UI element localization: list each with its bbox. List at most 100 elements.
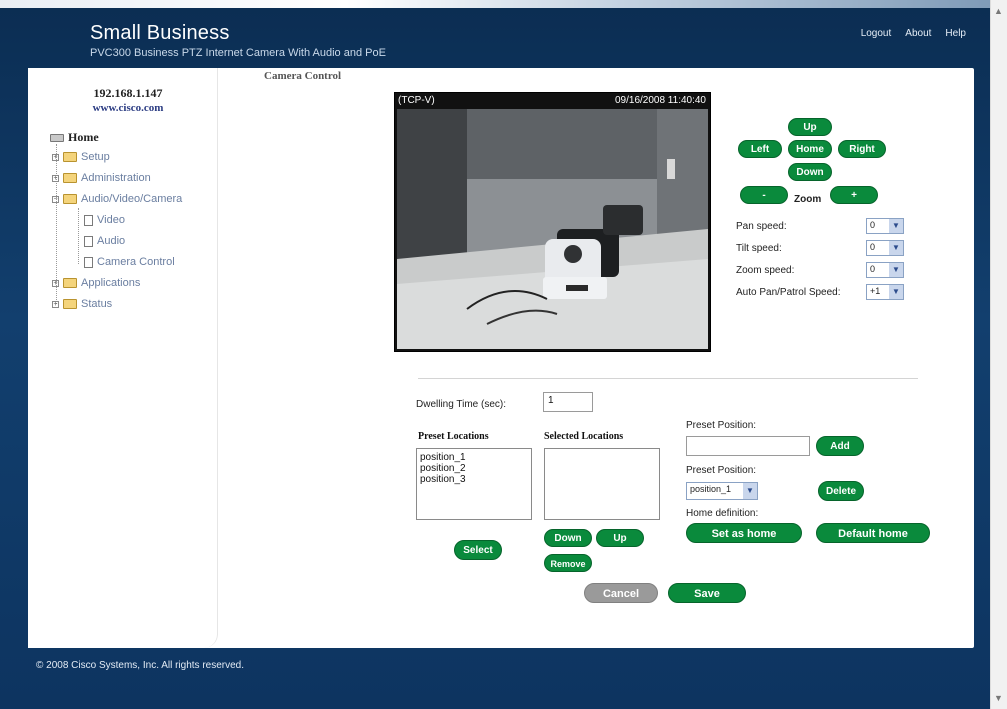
- tree-label-applications: Applications: [81, 277, 141, 289]
- list-item[interactable]: position_2: [420, 463, 528, 474]
- zoom-in-button[interactable]: +: [830, 186, 878, 204]
- preset-position-select[interactable]: position_1 ▼: [686, 482, 758, 500]
- folder-icon: [63, 173, 77, 183]
- drive-icon: [50, 133, 64, 142]
- expand-icon[interactable]: +: [52, 300, 59, 308]
- chevron-down-icon: ▼: [743, 483, 757, 499]
- auto-patrol-speed-value: +1: [870, 286, 881, 296]
- home-definition-label: Home definition:: [686, 508, 759, 519]
- zoom-label: Zoom: [794, 194, 822, 205]
- pan-speed-label: Pan speed:: [736, 221, 787, 232]
- default-home-button[interactable]: Default home: [816, 523, 930, 543]
- content-panel: 192.168.1.147 www.cisco.com Home + Setup…: [28, 68, 974, 648]
- vendor-site: www.cisco.com: [92, 102, 164, 114]
- camera-feed-image: [397, 109, 708, 349]
- pan-down-button[interactable]: Down: [788, 163, 832, 181]
- help-link[interactable]: Help: [945, 28, 966, 39]
- pan-speed-select[interactable]: 0 ▼: [866, 218, 904, 234]
- zoom-speed-select[interactable]: 0 ▼: [866, 262, 904, 278]
- top-links: Logout About Help: [861, 28, 966, 39]
- camera-view[interactable]: (TCP-V) 09/16/2008 11:40:40: [394, 92, 711, 352]
- select-location-button[interactable]: Select: [454, 540, 502, 560]
- preset-locations-list[interactable]: position_1 position_2 position_3: [416, 448, 532, 520]
- brand-title: Small Business: [90, 22, 230, 44]
- section-divider: [418, 378, 918, 379]
- add-preset-button[interactable]: Add: [816, 436, 864, 456]
- tree-item-audio-video-camera[interactable]: − Audio/Video/Camera: [52, 193, 182, 205]
- dwelling-time-input[interactable]: 1: [543, 392, 593, 412]
- expand-icon[interactable]: +: [52, 174, 59, 182]
- tree-label-administration: Administration: [81, 172, 151, 184]
- preset-position-label: Preset Position:: [686, 420, 757, 431]
- expand-icon[interactable]: +: [52, 153, 59, 161]
- pan-up-button[interactable]: Up: [788, 118, 832, 136]
- pan-right-button[interactable]: Right: [838, 140, 886, 158]
- list-item[interactable]: position_1: [420, 452, 528, 463]
- document-icon: [84, 256, 93, 268]
- move-up-button[interactable]: Up: [596, 529, 644, 547]
- preset-position-value: position_1: [690, 484, 732, 494]
- tilt-speed-label: Tilt speed:: [736, 243, 782, 254]
- selected-locations-list[interactable]: [544, 448, 660, 520]
- pan-left-button[interactable]: Left: [738, 140, 782, 158]
- document-icon: [84, 214, 93, 226]
- chevron-down-icon: ▼: [889, 219, 903, 233]
- cancel-button[interactable]: Cancel: [584, 583, 658, 603]
- expand-icon[interactable]: +: [52, 279, 59, 287]
- tree-item-setup[interactable]: + Setup: [52, 151, 110, 163]
- tree-label-avc: Audio/Video/Camera: [81, 193, 183, 205]
- delete-preset-button[interactable]: Delete: [818, 481, 864, 501]
- vertical-scrollbar[interactable]: ▲ ▼: [990, 0, 1007, 709]
- logout-link[interactable]: Logout: [861, 28, 892, 39]
- zoom-out-button[interactable]: -: [740, 186, 788, 204]
- tree-item-camera-control[interactable]: Camera Control: [84, 256, 175, 268]
- about-link[interactable]: About: [905, 28, 931, 39]
- auto-patrol-speed-select[interactable]: +1 ▼: [866, 284, 904, 300]
- save-button[interactable]: Save: [668, 583, 746, 603]
- device-ip: 192.168.1.147: [93, 86, 163, 100]
- zoom-speed-value: 0: [870, 264, 876, 274]
- zoom-speed-label: Zoom speed:: [736, 265, 795, 276]
- page-title: Camera Control: [264, 70, 342, 82]
- footer-copyright: © 2008 Cisco Systems, Inc. All rights re…: [36, 660, 245, 671]
- chevron-down-icon: ▼: [889, 285, 903, 299]
- scroll-down-icon[interactable]: ▼: [994, 693, 1003, 703]
- chevron-down-icon: ▼: [889, 263, 903, 277]
- dwelling-time-label: Dwelling Time (sec):: [416, 399, 507, 410]
- move-down-button[interactable]: Down: [544, 529, 592, 547]
- preset-position-input[interactable]: [686, 436, 810, 456]
- set-as-home-button[interactable]: Set as home: [686, 523, 802, 543]
- tree-item-administration[interactable]: + Administration: [52, 172, 151, 184]
- tilt-speed-select[interactable]: 0 ▼: [866, 240, 904, 256]
- folder-open-icon: [63, 194, 77, 204]
- tree-item-home[interactable]: Home: [50, 130, 99, 145]
- tree-line-sub: [78, 208, 79, 264]
- selected-locations-label: Selected Locations: [544, 431, 624, 442]
- tree-item-applications[interactable]: + Applications: [52, 277, 140, 289]
- document-icon: [84, 235, 93, 247]
- tree-item-video[interactable]: Video: [84, 214, 125, 226]
- preset-position-label-2: Preset Position:: [686, 465, 757, 476]
- remove-location-button[interactable]: Remove: [544, 554, 592, 572]
- tree-label-audio: Audio: [97, 235, 126, 247]
- list-item[interactable]: position_3: [420, 474, 528, 485]
- folder-icon: [63, 152, 77, 162]
- folder-icon: [63, 299, 77, 309]
- page-frame: Small Business PVC300 Business PTZ Inter…: [0, 0, 990, 709]
- tree-item-status[interactable]: + Status: [52, 298, 112, 310]
- header-highlight: [0, 0, 990, 8]
- tree-label-status: Status: [81, 298, 113, 310]
- preset-locations-label: Preset Locations: [418, 431, 489, 442]
- chevron-down-icon: ▼: [889, 241, 903, 255]
- collapse-icon[interactable]: −: [52, 195, 59, 203]
- tree-label-video: Video: [97, 214, 125, 226]
- pan-speed-value: 0: [870, 220, 876, 230]
- product-subtitle: PVC300 Business PTZ Internet Camera With…: [90, 47, 386, 59]
- pan-home-button[interactable]: Home: [788, 140, 832, 158]
- tree-label-camera-control: Camera Control: [97, 256, 175, 268]
- tree-item-audio[interactable]: Audio: [84, 235, 125, 247]
- auto-patrol-speed-label: Auto Pan/Patrol Speed:: [736, 287, 841, 298]
- scroll-up-icon[interactable]: ▲: [994, 6, 1003, 16]
- tilt-speed-value: 0: [870, 242, 876, 252]
- tree-label-home: Home: [68, 130, 99, 144]
